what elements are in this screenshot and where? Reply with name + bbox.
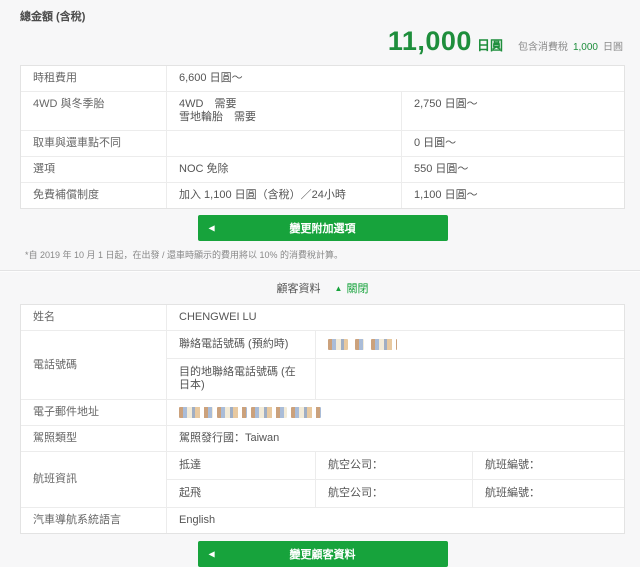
- tax-amount: 1,000: [573, 42, 598, 53]
- change-customer-button-label: 變更顧客資料: [290, 549, 356, 561]
- license-value: 駕照發行國：Taiwan: [166, 426, 624, 451]
- phone-sub-rows: 聯絡電話號碼 (預約時) 目的地聯絡電話號碼 (在日本): [166, 331, 624, 399]
- email-value: [166, 400, 624, 425]
- chevron-up-icon: ▲: [335, 284, 343, 293]
- collapse-label: 關閉: [346, 280, 368, 296]
- row-label: 電子郵件地址: [21, 400, 166, 425]
- redacted-phone-number: [328, 339, 348, 350]
- tax-currency: 日圓: [603, 38, 623, 53]
- change-options-button-label: 變更附加選項: [290, 223, 356, 235]
- flight-number-label: 航班編號：: [472, 452, 624, 479]
- table-row-flight-info: 航班資訊 抵達 航空公司： 航班編號： 起飛 航空公司： 航班編號：: [21, 451, 624, 507]
- row-price: 550 日圓〜: [401, 157, 624, 182]
- flight-row-departure: 起飛 航空公司： 航班編號：: [167, 479, 624, 507]
- row-label: 4WD 與冬季胎: [21, 92, 166, 130]
- detail-line: 4WD 需要: [179, 98, 389, 111]
- total-amount: 11,000: [388, 26, 472, 57]
- phone-booking-label: 聯絡電話號碼 (預約時): [167, 331, 315, 358]
- redacted-email: [217, 407, 247, 418]
- table-row-4wd-winter-tires: 4WD 與冬季胎 4WD 需要 雪地輪胎 需要 2,750 日圓〜: [21, 91, 624, 130]
- row-price: 2,750 日圓〜: [401, 92, 624, 130]
- phone-japan-label: 目的地聯絡電話號碼 (在日本): [167, 359, 315, 399]
- redacted-email: [291, 407, 321, 418]
- section-divider: [0, 270, 640, 271]
- phone-booking-value: [315, 331, 624, 358]
- row-label: 汽車導航系統語言: [21, 508, 166, 533]
- row-label: 選項: [21, 157, 166, 182]
- phone-row-booking: 聯絡電話號碼 (預約時): [167, 331, 624, 358]
- flight-row-arrival: 抵達 航空公司： 航班編號：: [167, 452, 624, 479]
- redacted-email: [251, 407, 287, 418]
- flight-direction: 起飛: [167, 480, 315, 507]
- table-row-different-return-point: 取車與還車點不同 0 日圓〜: [21, 130, 624, 156]
- nav-language-value: English: [166, 508, 624, 533]
- table-row-nav-language: 汽車導航系統語言 English: [21, 507, 624, 533]
- flight-direction: 抵達: [167, 452, 315, 479]
- table-row-phone: 電話號碼 聯絡電話號碼 (預約時) 目的地聯絡電話號碼 (在日本): [21, 330, 624, 399]
- phone-japan-value: [315, 359, 624, 399]
- left-arrow-icon: ◀: [209, 224, 215, 233]
- total-price-line: 11,000 日圓 包含消費稅 1,000 日圓: [20, 26, 623, 57]
- detail-line: 雪地輪胎 需要: [179, 111, 389, 124]
- row-detail: 4WD 需要 雪地輪胎 需要: [166, 92, 401, 130]
- customer-info-table: 姓名 CHENGWEI LU 電話號碼 聯絡電話號碼 (預約時) 目的地聯絡電話…: [20, 304, 625, 534]
- total-currency: 日圓: [477, 35, 503, 54]
- table-row-name: 姓名 CHENGWEI LU: [21, 305, 624, 330]
- airline-label: 航空公司：: [315, 480, 472, 507]
- collapse-toggle[interactable]: ▲ 關閉: [335, 280, 369, 296]
- redacted-phone-number: [371, 339, 397, 350]
- row-price: 1,100 日圓〜: [401, 183, 624, 208]
- table-row-compensation: 免費補償制度 加入 1,100 日圓（含稅）／24小時 1,100 日圓〜: [21, 182, 624, 208]
- row-detail: NOC 免除: [166, 157, 401, 182]
- row-label: 駕照類型: [21, 426, 166, 451]
- row-label: 姓名: [21, 305, 166, 330]
- flight-number-label: 航班編號：: [472, 480, 624, 507]
- price-breakdown-table: 時租費用 6,600 日圓〜 4WD 與冬季胎 4WD 需要 雪地輪胎 需要 2…: [20, 65, 625, 209]
- left-arrow-icon: ◀: [209, 550, 215, 559]
- row-detail: 加入 1,100 日圓（含稅）／24小時: [166, 183, 401, 208]
- table-row-license: 駕照類型 駕照發行國：Taiwan: [21, 425, 624, 451]
- customer-section-title: 顧客資料: [277, 280, 321, 296]
- page-title: 總金額 (含稅): [20, 8, 625, 24]
- customer-section-header: 顧客資料 ▲ 關閉: [20, 280, 625, 296]
- row-label: 取車與還車點不同: [21, 131, 166, 156]
- phone-row-japan: 目的地聯絡電話號碼 (在日本): [167, 358, 624, 399]
- row-detail: [166, 131, 401, 156]
- row-detail: 6,600 日圓〜: [166, 66, 624, 91]
- redacted-phone-number: [355, 339, 364, 350]
- row-price: 0 日圓〜: [401, 131, 624, 156]
- airline-label: 航空公司：: [315, 452, 472, 479]
- change-options-button[interactable]: ◀ 變更附加選項: [198, 215, 448, 241]
- table-row-options: 選項 NOC 免除 550 日圓〜: [21, 156, 624, 182]
- redacted-email: [179, 407, 213, 418]
- row-label: 電話號碼: [21, 331, 166, 399]
- row-label: 免費補償制度: [21, 183, 166, 208]
- table-row-email: 電子郵件地址: [21, 399, 624, 425]
- tax-note: *自 2019 年 10 月 1 日起，在出發 / 還車時顯示的費用將以 10%…: [25, 248, 625, 261]
- customer-name: CHENGWEI LU: [166, 305, 624, 330]
- change-customer-button[interactable]: ◀ 變更顧客資料: [198, 541, 448, 567]
- table-row-hourly-fee: 時租費用 6,600 日圓〜: [21, 66, 624, 91]
- tax-included-label: 包含消費稅: [518, 38, 568, 53]
- row-label: 時租費用: [21, 66, 166, 91]
- rental-summary-page: 總金額 (含稅) 11,000 日圓 包含消費稅 1,000 日圓 時租費用 6…: [0, 0, 640, 567]
